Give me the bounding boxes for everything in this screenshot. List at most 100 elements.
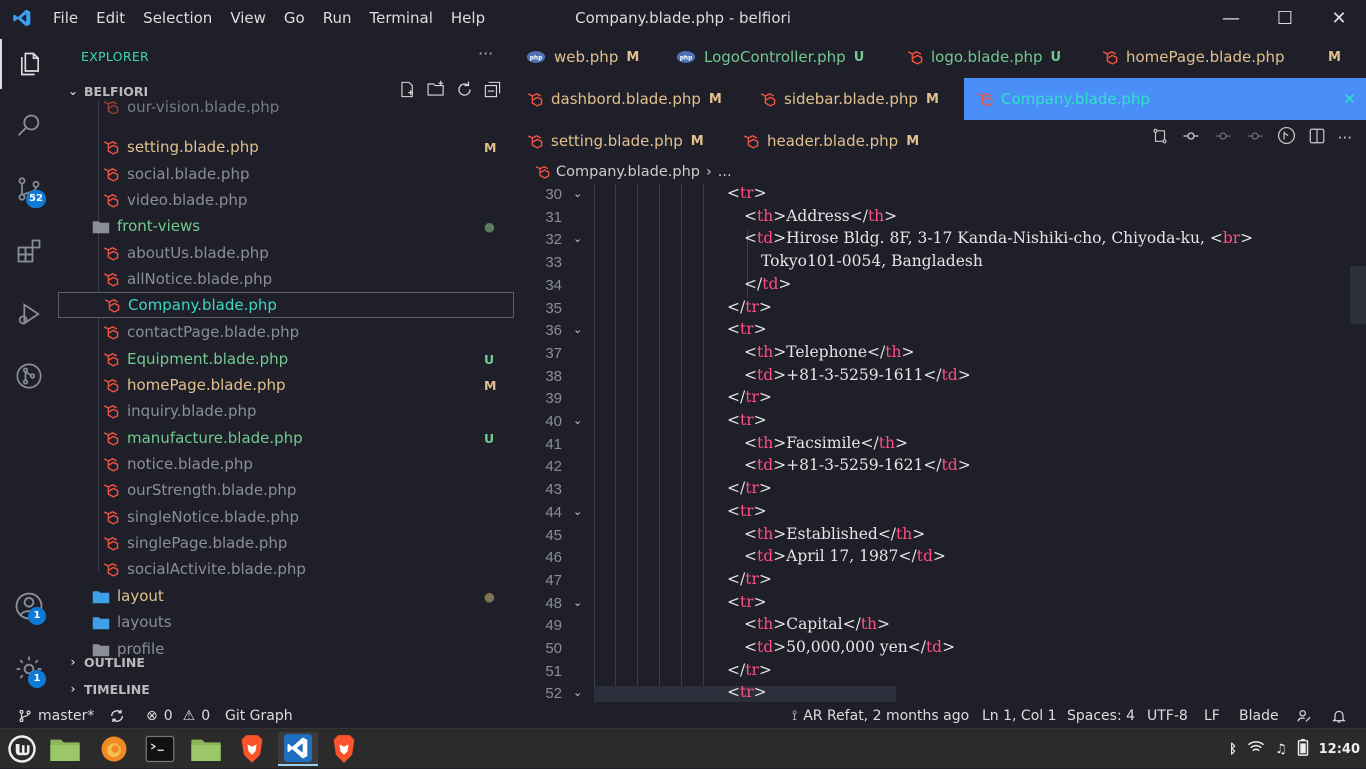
file-row[interactable]: Company.blade.php	[58, 292, 514, 318]
fold-chevron-icon[interactable]: ⌄	[573, 232, 582, 245]
file-row[interactable]: homePage.blade.php M	[58, 372, 514, 398]
tab-company-blade-php[interactable]: Company.blade.php ✕	[964, 78, 1366, 120]
fold-chevron-icon[interactable]: ⌄	[573, 686, 582, 699]
menu-help[interactable]: Help	[442, 0, 494, 36]
bluetooth-icon[interactable]: ᛒ	[1229, 742, 1237, 757]
mint-menu-icon[interactable]	[2, 732, 42, 766]
file-row[interactable]: aboutUs.blade.php	[58, 240, 514, 266]
language-mode[interactable]: Blade	[1239, 708, 1279, 724]
notifications-bell-icon[interactable]	[1331, 708, 1347, 724]
folder-row[interactable]: layouts	[58, 609, 514, 635]
code-editor[interactable]: 30 ⌄ <tr> 31 <th>Address</th> 32 ⌄ <td>Hirose B…	[514, 184, 1366, 702]
file-row[interactable]: setting.blade.php M	[58, 134, 514, 160]
fold-chevron-icon[interactable]: ⌄	[573, 596, 582, 609]
file-row[interactable]: allNotice.blade.php	[58, 266, 514, 292]
tab-header-blade-php[interactable]: header.blade.php M	[742, 120, 919, 162]
file-row[interactable]: singleNotice.blade.php	[58, 504, 514, 530]
settings-gear-icon[interactable]: 1	[0, 644, 58, 694]
tab-sidebar-blade-php[interactable]: sidebar.blade.php M	[759, 78, 939, 120]
tab-dashbord-blade-php[interactable]: dashbord.blade.php M	[526, 78, 722, 120]
file-row[interactable]: video.blade.php	[58, 187, 514, 213]
close-window-button[interactable]: ✕	[1312, 0, 1366, 36]
eol-status[interactable]: LF	[1204, 708, 1220, 724]
file-row[interactable]: manufacture.blade.php U	[58, 425, 514, 451]
split-editor-icon[interactable]	[1308, 127, 1326, 149]
file-row[interactable]: ourStrength.blade.php	[58, 477, 514, 503]
indentation-status[interactable]: Spaces: 4	[1067, 708, 1135, 724]
fold-chevron-icon[interactable]: ⌄	[573, 187, 582, 200]
tab-web-php[interactable]: php web.php M	[526, 36, 639, 78]
menu-edit[interactable]: Edit	[87, 0, 134, 36]
folder-row[interactable]: layout ●	[58, 583, 514, 609]
laravel-blade-icon	[102, 271, 119, 288]
cursor-position[interactable]: Ln 1, Col 1	[982, 708, 1057, 724]
new-file-icon[interactable]	[398, 80, 417, 102]
accounts-icon[interactable]: 1	[0, 581, 58, 631]
clock[interactable]: 12:40	[1319, 742, 1360, 757]
menu-selection[interactable]: Selection	[134, 0, 221, 36]
menu-file[interactable]: File	[44, 0, 87, 36]
fold-chevron-icon[interactable]: ⌄	[573, 323, 582, 336]
music-icon[interactable]: ♫	[1275, 742, 1287, 757]
vscode-taskbar-icon[interactable]	[278, 732, 318, 766]
menu-view[interactable]: View	[221, 0, 275, 36]
wifi-icon[interactable]	[1247, 740, 1265, 758]
run-debug-icon[interactable]	[0, 289, 58, 339]
files-folder-icon[interactable]	[45, 732, 85, 766]
tab-logocontroller-php[interactable]: php LogoController.php U	[676, 36, 864, 78]
git-blame-status[interactable]: ⟟ AR Refat, 2 months ago	[792, 708, 969, 724]
minimize-button[interactable]: —	[1204, 0, 1258, 36]
files-folder-icon-2[interactable]	[186, 732, 226, 766]
fold-chevron-icon[interactable]: ⌄	[573, 414, 582, 427]
folder-row[interactable]: front-views ●	[58, 213, 514, 239]
new-folder-icon[interactable]	[426, 80, 446, 102]
git-graph-status[interactable]: Git Graph	[225, 708, 293, 724]
refresh-icon[interactable]	[455, 80, 474, 102]
explorer-more-actions[interactable]: ···	[478, 44, 493, 63]
timeline-section-header[interactable]: › TIMELINE	[58, 677, 514, 701]
close-tab-icon[interactable]: ✕	[1343, 90, 1356, 108]
explorer-icon[interactable]	[0, 39, 58, 89]
branch-status[interactable]: master*	[18, 708, 94, 724]
sync-icon[interactable]	[108, 708, 126, 724]
previous-change-icon[interactable]	[1213, 127, 1233, 149]
file-row[interactable]: social.blade.php	[58, 161, 514, 187]
file-row[interactable]: notice.blade.php	[58, 451, 514, 477]
more-actions-icon[interactable]: ···	[1338, 129, 1352, 147]
file-row[interactable]: contactPage.blade.php	[58, 319, 514, 345]
editor-scrollbar[interactable]	[1350, 266, 1366, 324]
menu-terminal[interactable]: Terminal	[361, 0, 442, 36]
collapse-all-icon[interactable]	[483, 80, 502, 102]
git-commit-icon[interactable]	[1181, 127, 1201, 149]
maximize-button[interactable]: ☐	[1258, 0, 1312, 36]
encoding-status[interactable]: UTF-8	[1147, 708, 1188, 724]
menu-run[interactable]: Run	[314, 0, 361, 36]
open-changes-icon[interactable]	[1151, 127, 1169, 149]
file-row[interactable]: inquiry.blade.php	[58, 398, 514, 424]
search-icon[interactable]	[0, 101, 58, 151]
extensions-icon[interactable]	[0, 226, 58, 276]
outline-section-header[interactable]: › OUTLINE	[58, 650, 514, 674]
feedback-icon[interactable]	[1296, 708, 1312, 724]
next-change-icon[interactable]	[1245, 127, 1265, 149]
brave-browser-icon-2[interactable]	[324, 732, 364, 766]
problems-status[interactable]: ⊗ 0 ⚠ 0	[146, 708, 210, 724]
file-row[interactable]: singlePage.blade.php	[58, 530, 514, 556]
breadcrumb-file[interactable]: Company.blade.php	[556, 164, 700, 180]
menu-go[interactable]: Go	[275, 0, 314, 36]
tab-homepage-blade-php[interactable]: homePage.blade.php M	[1101, 36, 1341, 78]
git-graph-icon[interactable]	[0, 351, 58, 401]
file-row[interactable]: Equipment.blade.php U	[58, 346, 514, 372]
tab-logo-blade-php[interactable]: logo.blade.php U	[906, 36, 1061, 78]
git-graph-view-icon[interactable]	[1277, 126, 1296, 149]
fold-chevron-icon[interactable]: ⌄	[573, 505, 582, 518]
battery-icon[interactable]	[1297, 738, 1309, 760]
file-row[interactable]: our-vision.blade.php	[58, 100, 514, 114]
file-row[interactable]: socialActivite.blade.php	[58, 556, 514, 582]
source-control-icon[interactable]: 52	[0, 164, 58, 214]
breadcrumb-more[interactable]: ...	[718, 164, 732, 180]
tab-setting-blade-php[interactable]: setting.blade.php M	[526, 120, 704, 162]
brave-browser-icon[interactable]	[232, 732, 272, 766]
firefox-icon[interactable]	[94, 732, 134, 766]
terminal-icon[interactable]	[140, 732, 180, 766]
